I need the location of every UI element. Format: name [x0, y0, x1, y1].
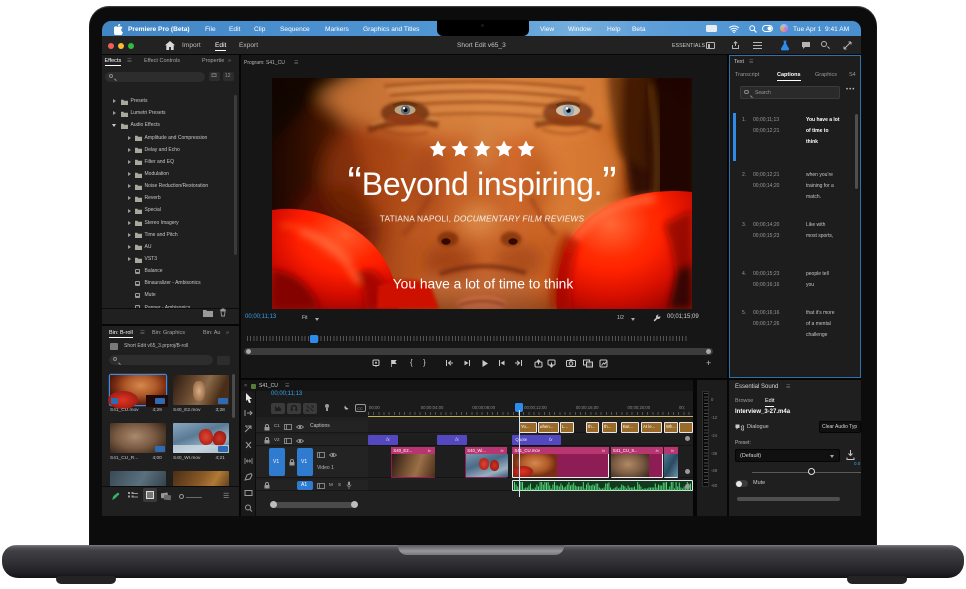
svg-text:“Beyond inspiring.”: “Beyond inspiring.”: [347, 159, 616, 207]
svg-text:TATIANA NAPOLI, DOCUMENTARY FI: TATIANA NAPOLI, DOCUMENTARY FILM REVIEWS: [380, 214, 585, 224]
svg-text:You have a lot of time to thin: You have a lot of time to think: [393, 277, 574, 292]
